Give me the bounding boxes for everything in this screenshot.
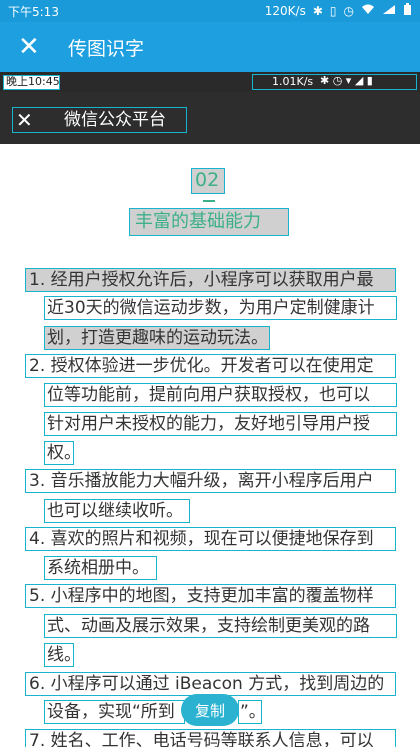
section-number: 02: [195, 169, 220, 191]
inner-status-icons: ✱ ◷ ▾ ◢ ▮: [320, 74, 373, 87]
text-line: 3. 音乐播放能力大幅升级，离开小程序后用户: [29, 471, 374, 491]
recognized-image: 晚上10:45 1.01K/s ✱ ◷ ▾ ◢ ▮ ✕ 微信公众平台 02 丰富…: [0, 72, 420, 747]
text-line: 1. 经用户授权允许后，小程序可以获取用户最: [29, 270, 374, 290]
status-icons: 120K/s ✱ ▯ ◷: [265, 3, 412, 19]
network-speed: 120K/s: [264, 4, 306, 18]
inner-status-time: 晚上10:45: [6, 75, 60, 88]
bluetooth-icon: ✱: [312, 4, 323, 18]
text-line: 位等功能前，提前向用户获取授权，也可以: [47, 385, 370, 405]
battery-icon: [403, 3, 412, 19]
text-line: 4. 喜欢的照片和视频，现在可以便捷地保存到: [29, 529, 374, 549]
app-title: 传图识字: [68, 37, 145, 60]
status-time: 下午5:13: [8, 4, 59, 19]
text-line: 设备，实现“所到: [47, 702, 175, 722]
text-line: 6. 小程序可以通过 iBeacon 方式，找到周边的: [29, 674, 385, 694]
vibrate-icon: ▯: [329, 4, 337, 18]
inner-status-speed: 1.01K/s: [272, 75, 314, 88]
wifi-icon: [361, 4, 375, 18]
text-line: 针对用户未授权的能力，友好地引导用户授: [47, 414, 370, 434]
signal-icon: [382, 4, 396, 18]
text-line: 系统相册中。: [47, 558, 149, 578]
close-icon[interactable]: ✕: [18, 34, 40, 60]
text-line: 近30天的微信运动步数，为用户定制健康计: [47, 298, 375, 318]
alarm-icon: ◷: [343, 4, 354, 18]
app-bar: ✕ 传图识字: [0, 22, 420, 72]
text-line: 线。: [47, 645, 81, 665]
inner-header-title: 微信公众平台: [64, 110, 166, 130]
copy-button[interactable]: 复制: [181, 694, 239, 726]
text-line: 7. 姓名、工作、电话号码等联系人信息，可以: [29, 731, 374, 747]
text-line: 式、动画及展示效果，支持绘制更美观的路: [47, 616, 370, 636]
section-divider: [203, 200, 215, 202]
text-line: ”。: [240, 702, 266, 722]
text-line: 权。: [47, 443, 81, 463]
status-bar: 下午5:13 120K/s ✱ ▯ ◷: [0, 0, 420, 22]
section-title: 丰富的基础能力: [135, 211, 261, 232]
text-line: 5. 小程序中的地图，支持更加丰富的覆盖物样: [29, 586, 374, 606]
text-line: 划，打造更趣味的运动玩法。: [47, 328, 268, 348]
text-line: 2. 授权体验进一步优化。开发者可以在使用定: [29, 356, 374, 376]
text-line: 也可以继续收听。: [47, 501, 183, 521]
inner-close-icon: ✕: [16, 108, 33, 132]
